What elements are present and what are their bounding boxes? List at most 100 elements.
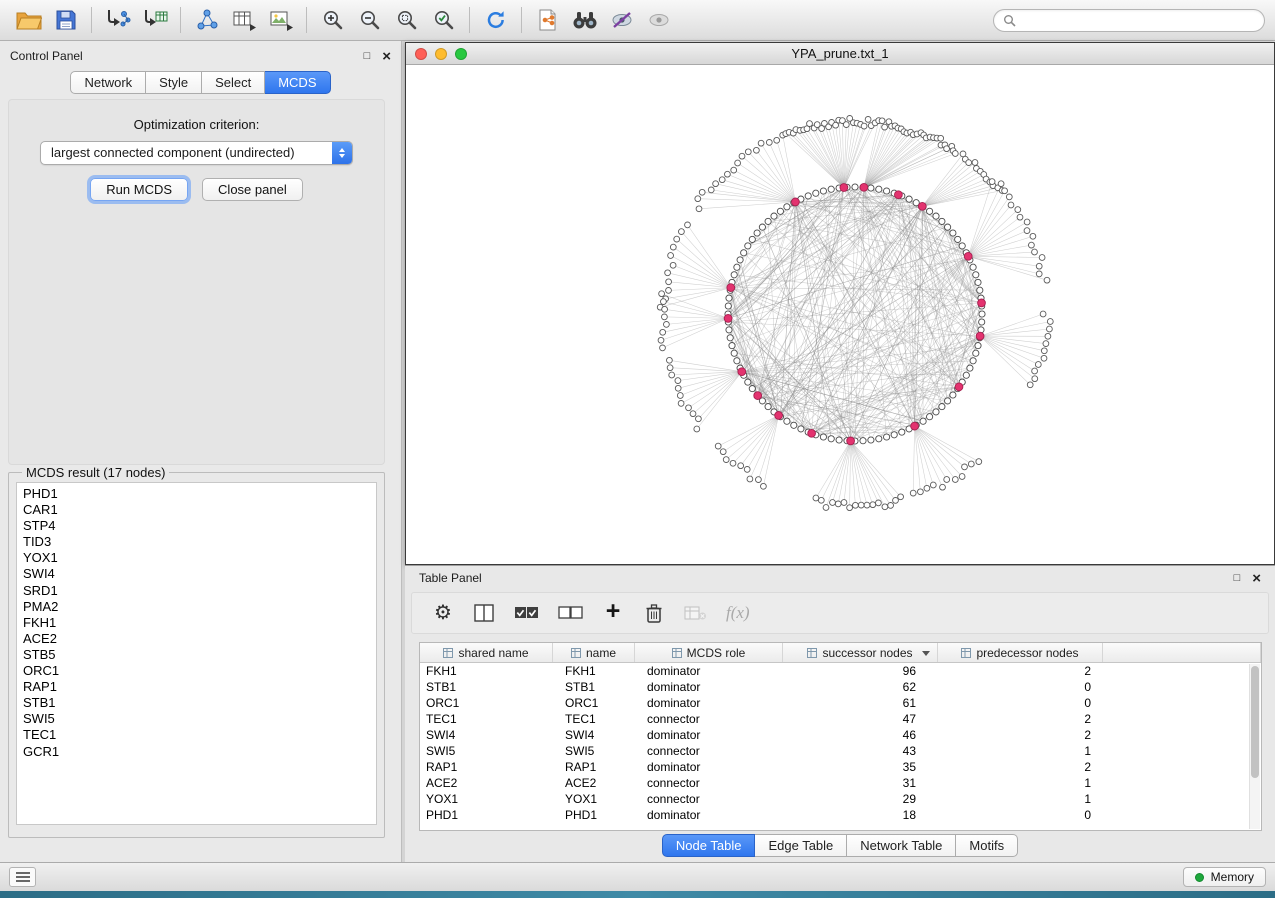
close-panel-icon[interactable]: × [382,49,391,64]
zoom-fit-button[interactable] [388,5,425,36]
export-image-button[interactable] [262,5,299,36]
import-table-button[interactable] [136,5,173,36]
table-row[interactable]: ACE2ACE2connector311 [420,775,1249,791]
list-icon [15,871,31,883]
share-document-icon [537,8,559,32]
apply-layout-button[interactable] [477,5,514,36]
table-body: FKH1FKH1dominator962STB1STB1dominator620… [420,663,1249,830]
float-panel-icon[interactable]: □ [1234,573,1241,584]
table-scrollbar[interactable] [1249,664,1260,829]
mcds-result-item[interactable]: GCR1 [23,744,376,760]
run-mcds-button[interactable]: Run MCDS [90,178,188,201]
search-input[interactable] [1022,13,1255,27]
tab-network[interactable]: Network [70,71,146,94]
column-header-predecessor-nodes[interactable]: predecessor nodes [938,643,1103,662]
criterion-dropdown[interactable]: largest connected component (undirected) [40,141,353,165]
table-cell: ORC1 [420,696,553,710]
tab-mcds[interactable]: MCDS [265,71,330,94]
tab-network-table[interactable]: Network Table [847,834,956,857]
table-row[interactable]: STB1STB1dominator620 [420,679,1249,695]
import-network-button[interactable] [99,5,136,36]
export-table-button[interactable] [225,5,262,36]
function-builder-button[interactable]: f(x) [726,600,750,626]
mcds-result-item[interactable]: PMA2 [23,599,376,615]
table-cell: connector [635,792,783,806]
toolbar-search[interactable] [993,9,1265,32]
mcds-result-item[interactable]: FKH1 [23,615,376,631]
table-cell: ACE2 [553,776,635,790]
toggle-columns-button[interactable] [473,600,495,626]
zoom-in-button[interactable] [314,5,351,36]
tab-motifs[interactable]: Motifs [956,834,1018,857]
mcds-result-item[interactable]: RAP1 [23,679,376,695]
status-bar: Memory [0,862,1275,891]
mcds-result-item[interactable]: SWI5 [23,711,376,727]
zoom-selected-button[interactable] [425,5,462,36]
open-session-button[interactable] [10,5,47,36]
delete-column-button[interactable] [643,600,665,626]
deselect-all-button[interactable] [558,600,583,626]
window-minimize-icon[interactable] [435,48,447,60]
mcds-result-list[interactable]: PHD1CAR1STP4TID3YOX1SWI4SRD1PMA2FKH1ACE2… [16,482,377,825]
window-maximize-icon[interactable] [455,48,467,60]
delete-table-button[interactable] [684,600,707,626]
find-button[interactable] [566,5,603,36]
mcds-result-item[interactable]: ORC1 [23,663,376,679]
network-canvas[interactable] [406,65,1274,564]
hide-selected-button[interactable] [603,5,640,36]
table-settings-button[interactable]: ⚙ [432,600,454,626]
column-header-shared-name[interactable]: shared name [420,643,553,662]
select-all-button[interactable] [514,600,539,626]
mcds-result-item[interactable]: SWI4 [23,566,376,582]
mcds-result-item[interactable]: ACE2 [23,631,376,647]
memory-button[interactable]: Memory [1183,867,1266,887]
mcds-result-item[interactable]: STB1 [23,695,376,711]
zoom-out-button[interactable] [351,5,388,36]
mcds-result-item[interactable]: STP4 [23,518,376,534]
tab-style[interactable]: Style [146,71,202,94]
save-session-button[interactable] [47,5,84,36]
tab-select[interactable]: Select [202,71,265,94]
trash-icon [645,603,663,624]
task-history-button[interactable] [9,867,36,887]
mcds-result-item[interactable]: STB5 [23,647,376,663]
show-all-button[interactable] [640,5,677,36]
column-header-mcds-role[interactable]: MCDS role [635,643,783,662]
network-window-titlebar[interactable]: YPA_prune.txt_1 [406,43,1274,65]
gear-icon: ⚙ [434,603,452,623]
column-type-icon [807,648,817,658]
share-document-button[interactable] [529,5,566,36]
mcds-result-item[interactable]: YOX1 [23,550,376,566]
table-row[interactable]: FKH1FKH1dominator962 [420,663,1249,679]
close-panel-button[interactable]: Close panel [202,178,303,201]
mcds-result-item[interactable]: TEC1 [23,727,376,743]
scrollbar-thumb[interactable] [1251,666,1259,778]
window-close-icon[interactable] [415,48,427,60]
table-row[interactable]: ORC1ORC1dominator610 [420,695,1249,711]
mcds-result-title: MCDS result (17 nodes) [22,465,169,480]
tab-node-table[interactable]: Node Table [662,834,756,857]
column-header-name[interactable]: name [553,643,635,662]
add-column-button[interactable]: + [602,600,624,626]
table-row[interactable]: TEC1TEC1connector472 [420,711,1249,727]
table-row[interactable]: PHD1PHD1dominator180 [420,807,1249,823]
mcds-result-item[interactable]: SRD1 [23,583,376,599]
table-cell: 0 [938,808,1103,822]
mcds-result-item[interactable]: TID3 [23,534,376,550]
close-panel-icon[interactable]: × [1252,571,1261,586]
column-type-icon [672,648,682,658]
table-row[interactable]: RAP1RAP1dominator352 [420,759,1249,775]
table-cell: SWI5 [420,744,553,758]
table-row[interactable]: YOX1YOX1connector291 [420,791,1249,807]
mcds-result-item[interactable]: PHD1 [23,486,376,502]
mcds-result-item[interactable]: CAR1 [23,502,376,518]
float-panel-icon[interactable]: □ [364,51,371,62]
table-row[interactable]: SWI5SWI5connector431 [420,743,1249,759]
column-header-successor-nodes[interactable]: successor nodes [783,643,938,662]
tab-edge-table[interactable]: Edge Table [755,834,847,857]
mcds-options-card: Optimization criterion: largest connecte… [8,99,385,465]
new-network-button[interactable] [188,5,225,36]
sort-caret-icon[interactable] [922,651,930,656]
table-row[interactable]: SWI4SWI4dominator462 [420,727,1249,743]
control-panel-title: Control Panel [10,49,83,63]
